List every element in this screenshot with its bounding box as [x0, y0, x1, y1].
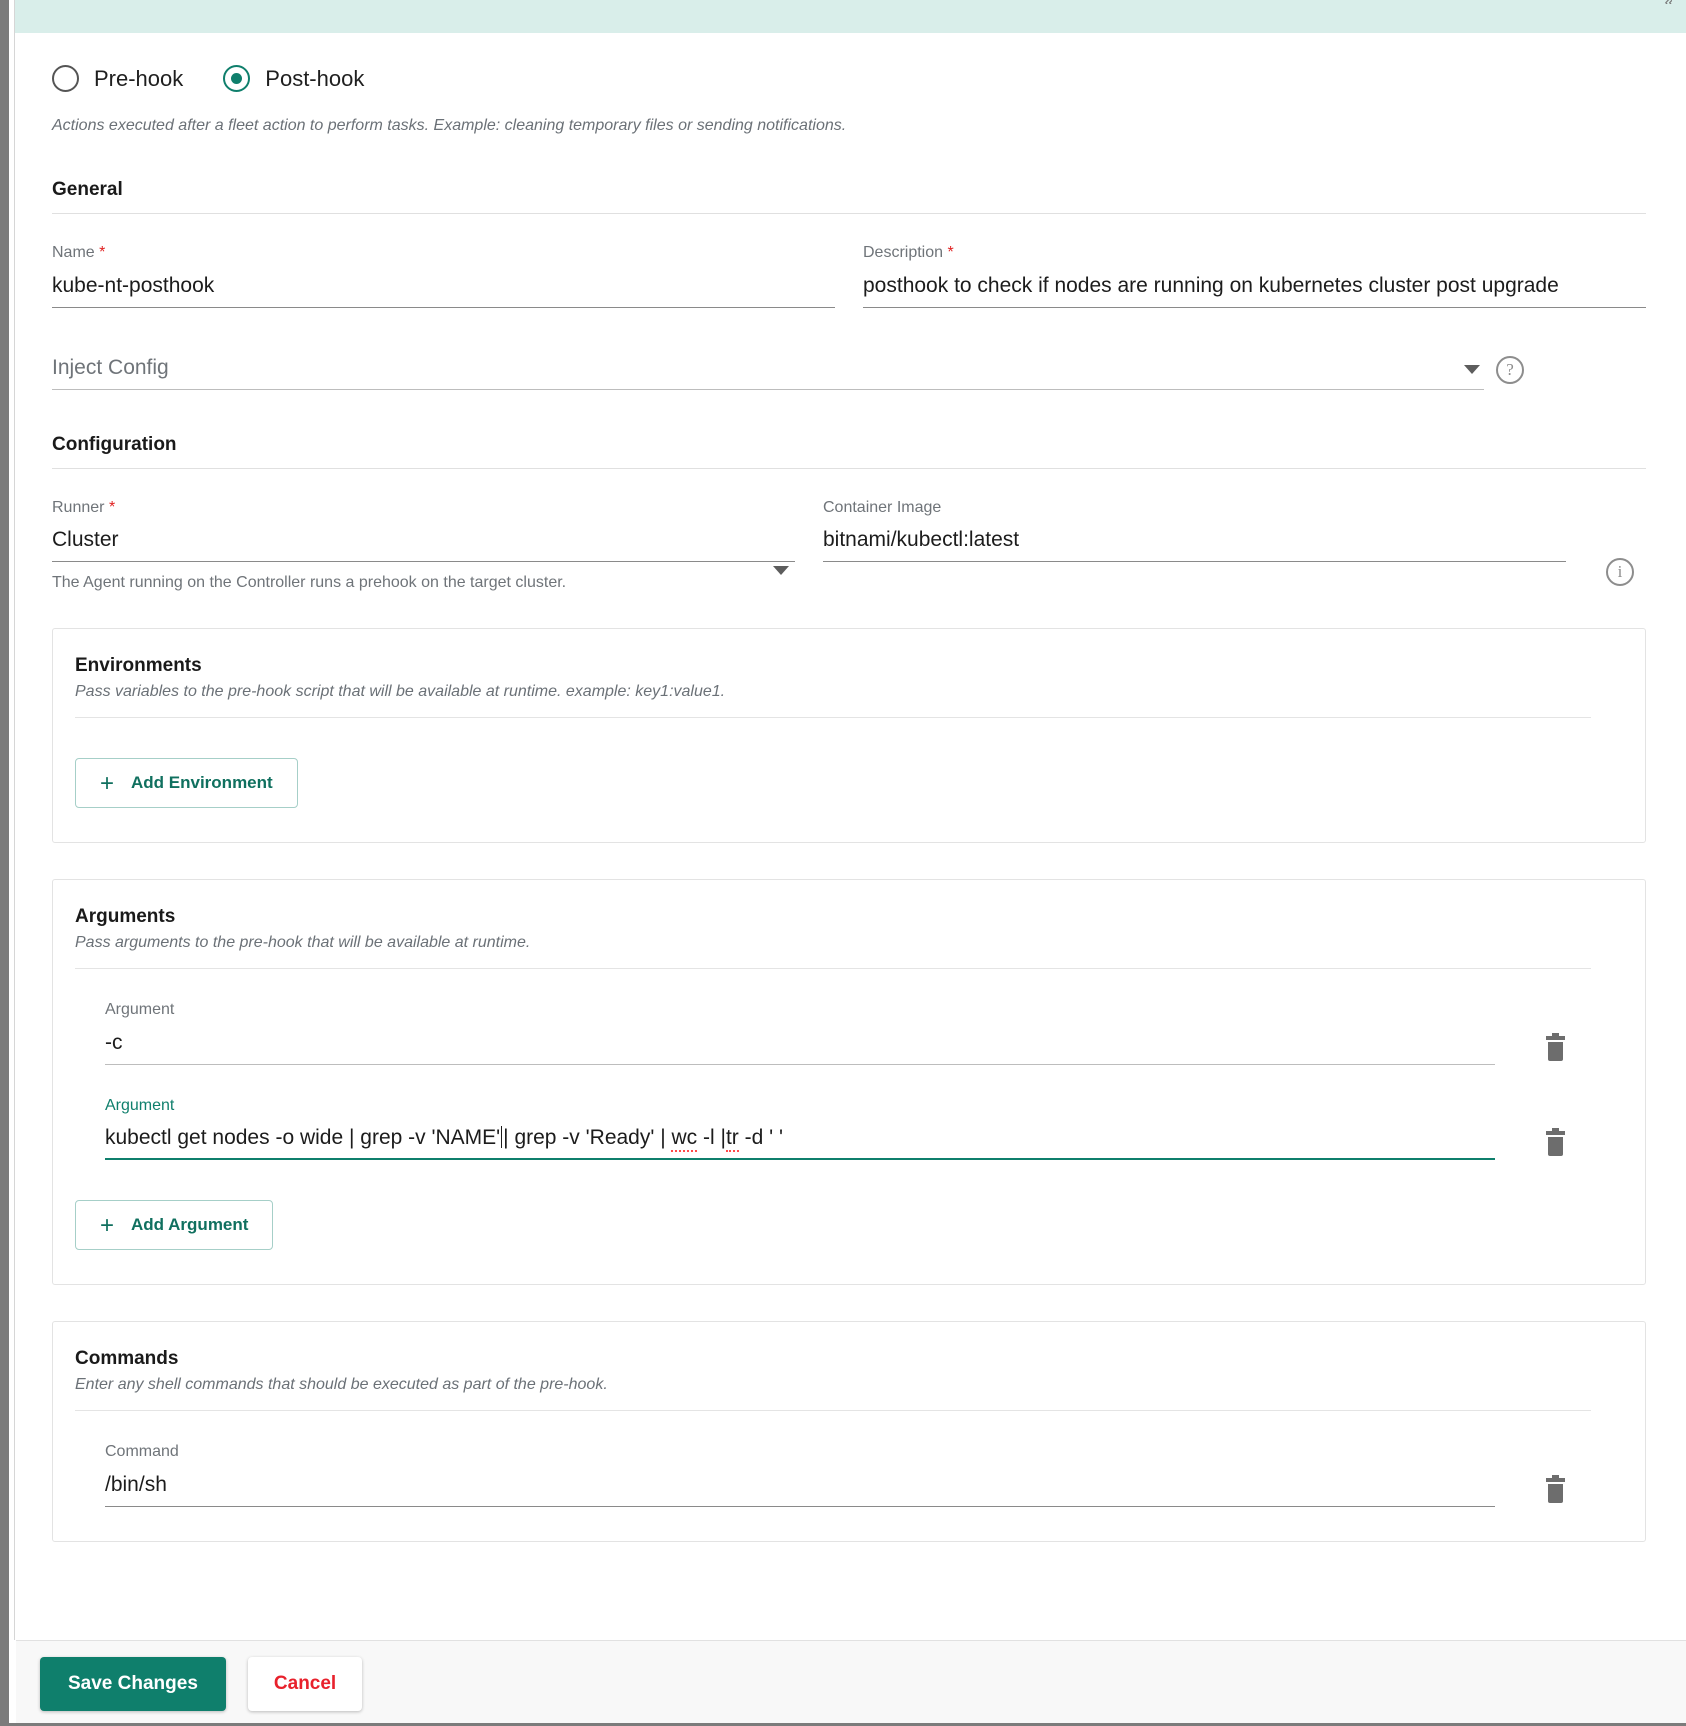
dialog-scroll-body: Pre-hook Post-hook Actions executed afte…	[16, 33, 1686, 1640]
delete-command-1-button[interactable]	[1495, 1474, 1615, 1507]
trash-icon[interactable]	[1545, 1032, 1565, 1061]
add-argument-label: Add Argument	[131, 1215, 249, 1235]
dialog-left-rail-inner	[9, 0, 15, 1640]
description-input[interactable]: posthook to check if nodes are running o…	[863, 274, 1646, 308]
environments-panel: Environments Pass variables to the pre-h…	[52, 628, 1646, 844]
argument-1-label: Argument	[105, 1001, 175, 1019]
dialog-footer: Save Changes Cancel	[16, 1640, 1686, 1726]
delete-argument-2-button[interactable]	[1495, 1128, 1615, 1160]
argument-2-text-wc: wc	[671, 1126, 698, 1153]
name-required-marker: *	[99, 244, 106, 261]
add-argument-button[interactable]: + Add Argument	[75, 1200, 274, 1251]
chevron-down-icon[interactable]	[773, 566, 789, 576]
dialog-left-rail	[0, 0, 9, 1640]
cancel-button[interactable]: Cancel	[247, 1656, 363, 1711]
plus-icon: +	[100, 1211, 115, 1239]
arguments-subtitle: Pass arguments to the pre-hook that will…	[75, 934, 531, 952]
argument-2-text-a: kubectl get nodes -o wide | grep -v 'NAM…	[105, 1126, 501, 1150]
hook-type-description: Actions executed after a fleet action to…	[52, 117, 847, 134]
inject-config-field: Inject Config	[52, 356, 1484, 390]
description-label-text: Description	[863, 244, 944, 261]
arguments-panel: Arguments Pass arguments to the pre-hook…	[52, 879, 1646, 1286]
name-field-label: Name *	[52, 244, 835, 262]
general-section: General Name * kube-nt-posthook Descript…	[52, 179, 1646, 390]
dialog-header-strip: g «	[15, 0, 1686, 33]
name-input[interactable]: kube-nt-posthook	[52, 274, 835, 308]
container-image-input[interactable]: bitnami/kubectl:latest	[823, 528, 1566, 563]
configuration-section: Configuration Runner * Cluster The Agent…	[52, 434, 1646, 593]
runner-required-marker: *	[108, 498, 116, 516]
general-section-divider	[52, 213, 1646, 214]
collapse-icon[interactable]: «	[1665, 0, 1672, 4]
runner-field: Runner * Cluster The Agent running on th…	[52, 499, 795, 593]
general-section-title: General	[52, 179, 123, 200]
general-field-row: Name * kube-nt-posthook Description * po…	[52, 244, 1646, 308]
radio-post-hook-circle-icon[interactable]	[223, 65, 251, 92]
chevron-down-icon[interactable]	[1464, 364, 1480, 374]
description-field: Description * posthook to check if nodes…	[863, 244, 1646, 308]
description-field-label: Description *	[863, 244, 1646, 262]
command-1-label: Command	[105, 1443, 179, 1461]
hook-type-radio-group: Pre-hook Post-hook	[52, 33, 1646, 92]
info-icon[interactable]: i	[1606, 558, 1634, 587]
commands-divider	[75, 1410, 1591, 1412]
inject-config-select[interactable]: Inject Config	[52, 356, 1484, 390]
environments-divider	[75, 717, 1591, 719]
save-changes-button[interactable]: Save Changes	[40, 1656, 226, 1711]
text-cursor	[501, 1126, 503, 1149]
arguments-divider	[75, 968, 1591, 970]
radio-post-hook-label: Post-hook	[265, 65, 365, 91]
add-environment-button[interactable]: + Add Environment	[75, 758, 298, 809]
runner-select[interactable]: Cluster	[52, 528, 795, 563]
help-icon[interactable]: ?	[1496, 355, 1524, 384]
runner-label-text: Runner	[52, 498, 105, 516]
argument-2-text-c: -l |	[697, 1126, 726, 1150]
argument-2-input[interactable]: kubectl get nodes -o wide | grep -v 'NAM…	[105, 1126, 1495, 1161]
runner-field-label: Runner *	[52, 499, 795, 517]
radio-post-hook[interactable]: Post-hook	[223, 65, 364, 92]
add-environment-label: Add Environment	[131, 773, 273, 793]
description-required-marker: *	[947, 244, 954, 261]
environments-subtitle: Pass variables to the pre-hook script th…	[75, 683, 726, 701]
configuration-field-row: Runner * Cluster The Agent running on th…	[52, 499, 1646, 593]
argument-2-text-d: -d ' '	[738, 1126, 783, 1150]
arguments-title: Arguments	[75, 906, 176, 928]
commands-panel: Commands Enter any shell commands that s…	[52, 1321, 1646, 1542]
argument-row: Argument -c	[75, 1001, 1615, 1065]
command-row: Command /bin/sh	[75, 1443, 1615, 1507]
commands-subtitle: Enter any shell commands that should be …	[75, 1376, 608, 1394]
container-image-field-label: Container Image	[823, 498, 942, 516]
trash-icon[interactable]	[1545, 1474, 1565, 1503]
hook-editor-dialog: g « Pre-hook Post-hook Actions executed …	[0, 0, 1686, 1726]
name-field: Name * kube-nt-posthook	[52, 244, 835, 308]
configuration-section-title: Configuration	[52, 433, 177, 455]
argument-row: Argument kubectl get nodes -o wide | gre…	[75, 1097, 1615, 1161]
inject-config-row: Inject Config ?	[52, 355, 1646, 390]
configuration-section-divider	[52, 467, 1646, 469]
command-field-1: Command /bin/sh	[105, 1443, 1495, 1507]
radio-pre-hook-label: Pre-hook	[94, 65, 184, 91]
plus-icon: +	[100, 769, 115, 797]
argument-2-text-b: | grep -v 'Ready' |	[503, 1126, 672, 1150]
container-image-field: Container Image bitnami/kubectl:latest	[823, 499, 1566, 593]
argument-2-text-tr: tr	[725, 1126, 739, 1153]
delete-argument-1-button[interactable]	[1495, 1032, 1615, 1065]
container-image-info-slot: i	[1594, 499, 1646, 593]
environments-title: Environments	[75, 655, 202, 677]
footer-left-rail	[0, 1640, 9, 1726]
argument-2-label: Argument	[105, 1096, 175, 1114]
runner-helper-text: The Agent running on the Controller runs…	[52, 574, 567, 592]
argument-field-1: Argument -c	[105, 1001, 1495, 1065]
commands-title: Commands	[75, 1348, 179, 1370]
radio-pre-hook[interactable]: Pre-hook	[52, 65, 183, 92]
argument-field-2: Argument kubectl get nodes -o wide | gre…	[105, 1097, 1495, 1161]
radio-pre-hook-circle-icon[interactable]	[52, 65, 79, 92]
argument-1-input[interactable]: -c	[105, 1031, 1495, 1065]
name-label-text: Name	[52, 244, 95, 261]
command-1-input[interactable]: /bin/sh	[105, 1473, 1495, 1507]
trash-icon[interactable]	[1545, 1128, 1565, 1157]
inject-config-help-slot: ?	[1484, 355, 1536, 390]
